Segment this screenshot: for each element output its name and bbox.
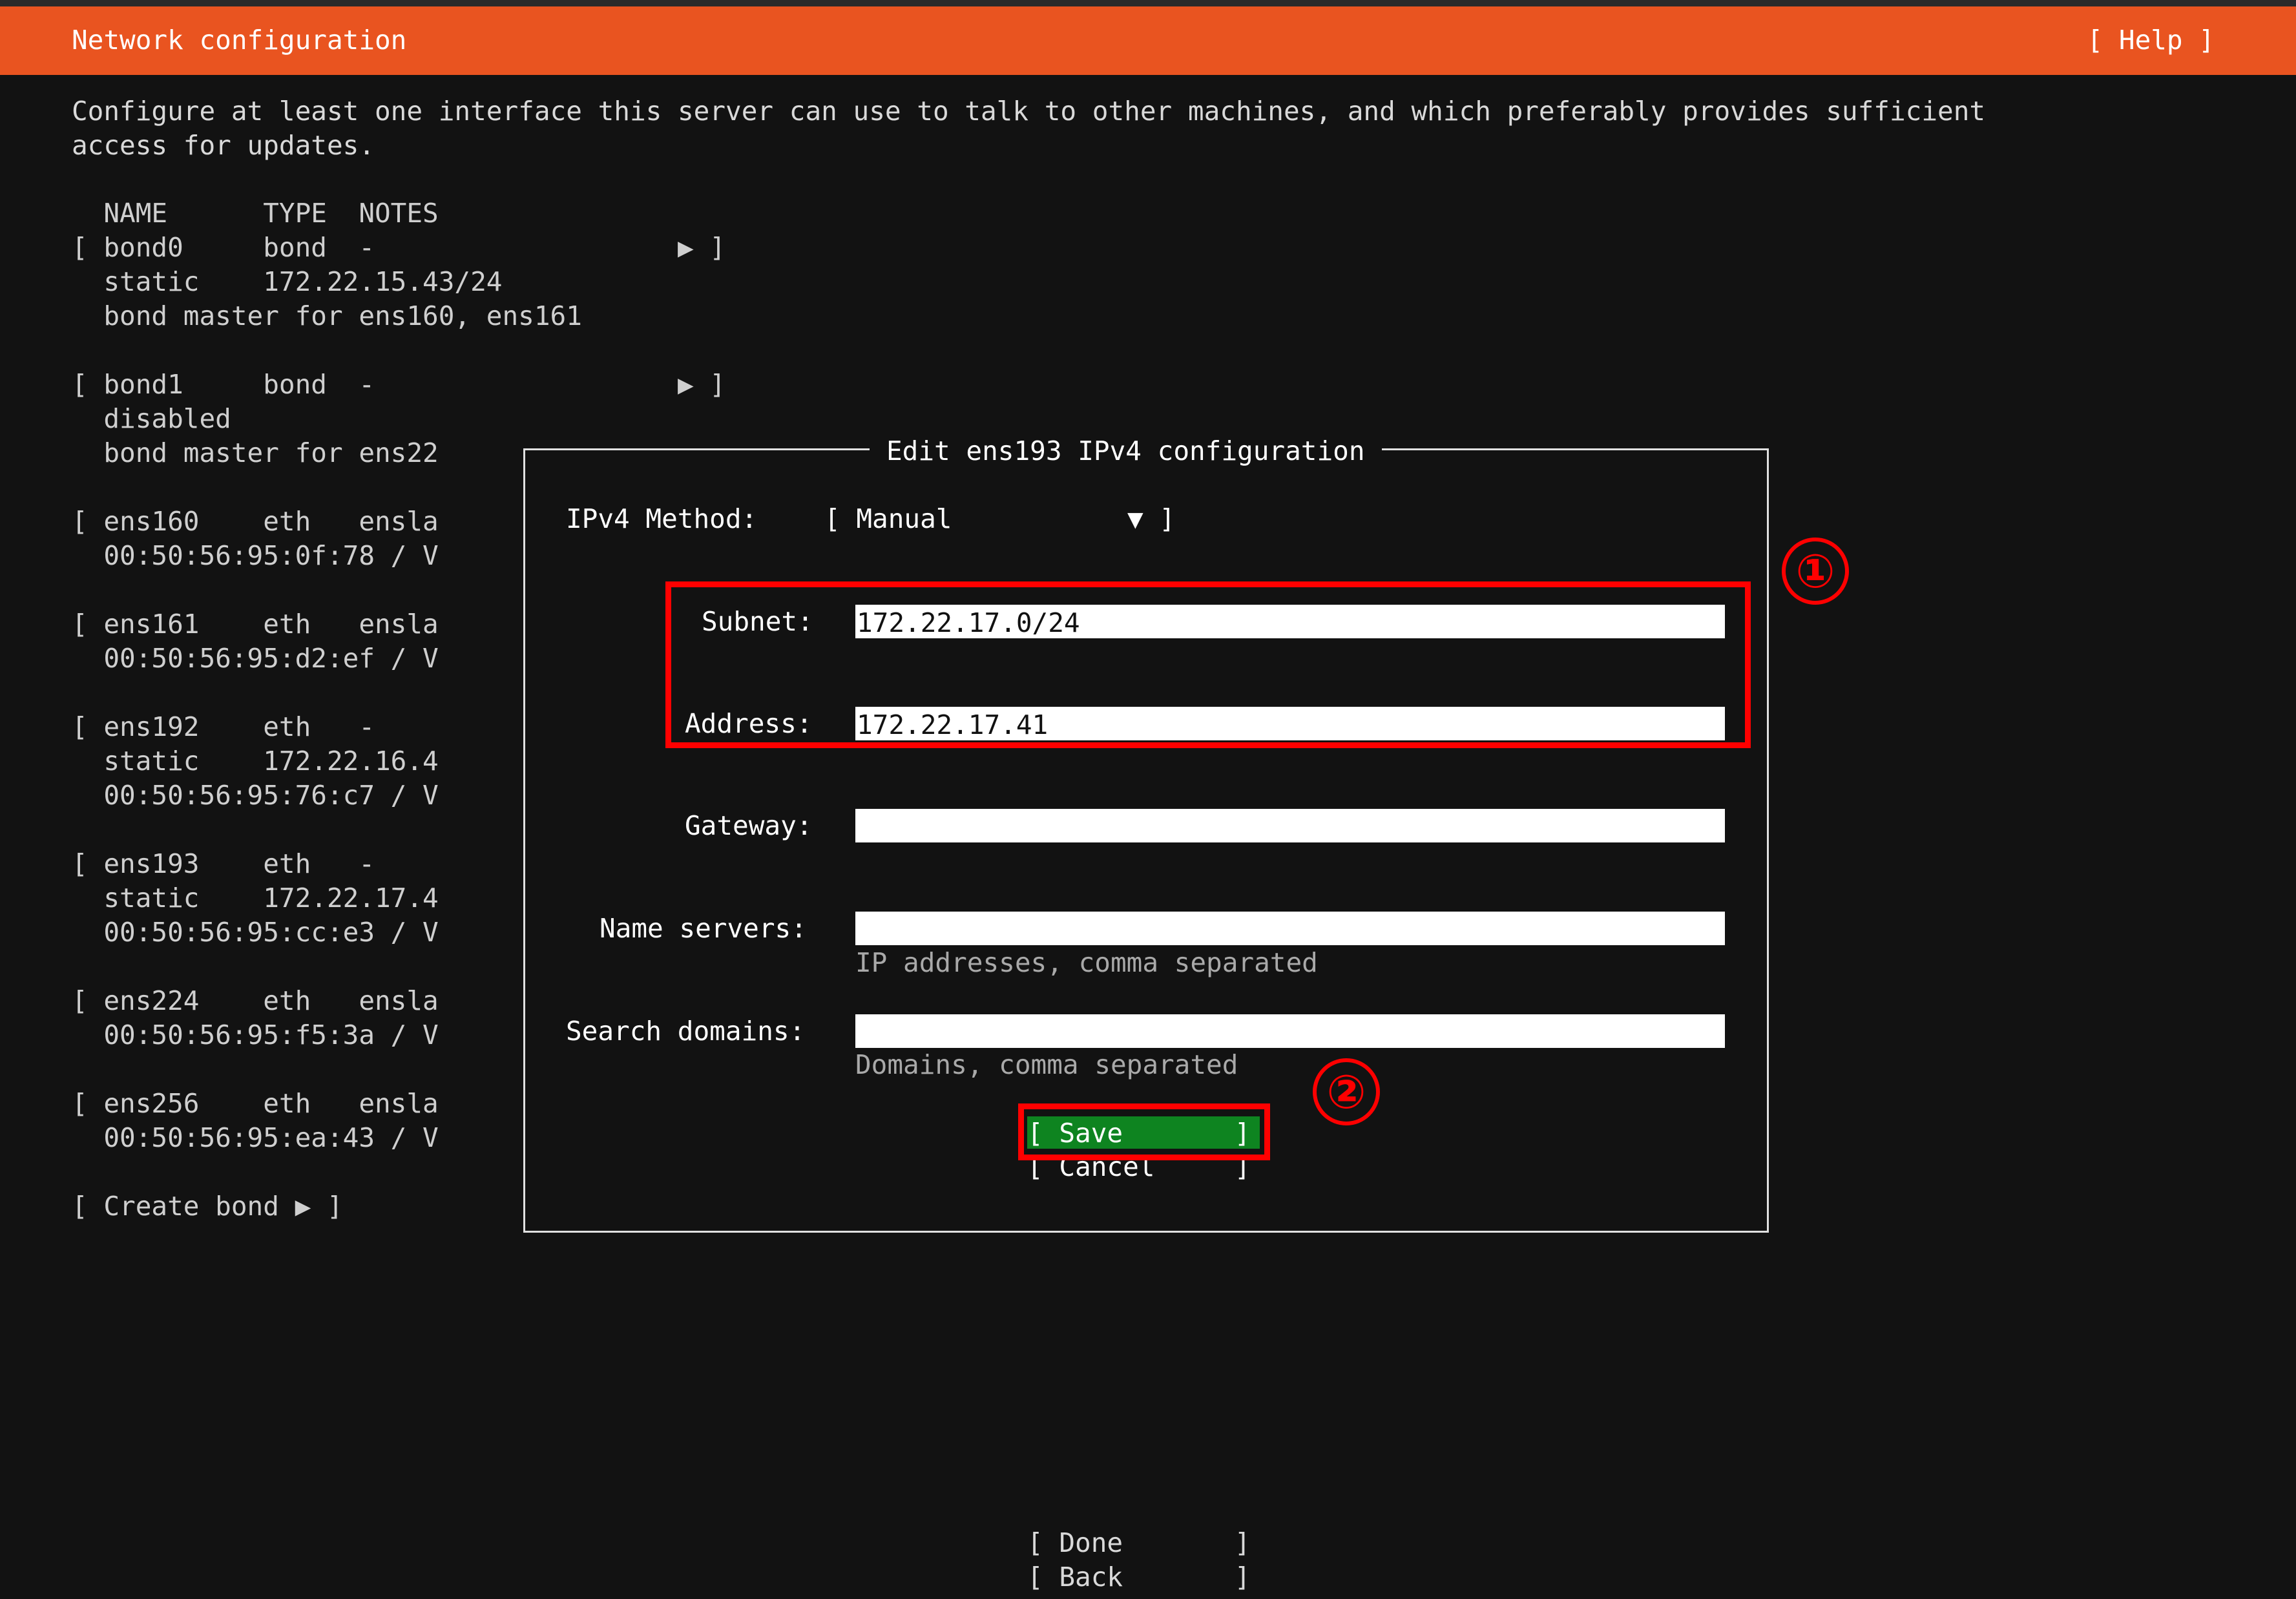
back-button[interactable]: [ Back ] (1027, 1560, 1251, 1594)
name-servers-hint: IP addresses, comma separated (855, 947, 1318, 978)
gateway-input[interactable] (855, 809, 1725, 842)
name-servers-input[interactable] (855, 912, 1725, 945)
interface-detail: 00:50:56:95:f5:3a / V (72, 1019, 439, 1050)
interface-row[interactable]: [ ens192 eth - (72, 710, 375, 744)
done-button[interactable]: [ Done ] (1027, 1526, 1251, 1560)
interface-row[interactable]: [ ens224 eth ensla (72, 984, 439, 1018)
search-domains-input[interactable] (855, 1014, 1725, 1048)
gateway-label: Gateway: (685, 810, 813, 841)
interface-row[interactable]: [ ens161 eth ensla (72, 607, 439, 642)
header-bar: Network configuration [ Help ] (0, 6, 2296, 75)
interface-row[interactable]: [ ens256 eth ensla (72, 1087, 439, 1121)
interface-detail: disabled (72, 403, 231, 434)
interface-detail: bond master for ens22 (72, 437, 439, 468)
interface-row[interactable]: [ ens193 eth - (72, 847, 375, 881)
table-header: NAME TYPE NOTES (72, 198, 439, 229)
interface-row[interactable]: [ bond0 bond - ▶ ] (72, 231, 725, 265)
search-domains-hint: Domains, comma separated (855, 1049, 1238, 1080)
annotation-marker-1: ① (1782, 538, 1849, 605)
page-title: Network configuration (72, 25, 407, 56)
search-domains-label: Search domains: (566, 1016, 806, 1047)
interface-row[interactable]: [ ens160 eth ensla (72, 505, 439, 539)
interface-detail: static 172.22.17.4 (72, 883, 439, 914)
interface-row[interactable]: [ bond1 bond - ▶ ] (72, 368, 725, 402)
highlight-box-save (1018, 1103, 1270, 1160)
top-border (0, 0, 2296, 6)
highlight-box-fields (665, 581, 1751, 748)
help-button[interactable]: [ Help ] (2087, 23, 2215, 57)
interface-detail: 00:50:56:95:d2:ef / V (72, 643, 439, 674)
annotation-marker-2: ② (1313, 1058, 1380, 1125)
dialog-title: Edit ens193 IPv4 configuration (870, 434, 1382, 468)
interface-detail: static 172.22.16.4 (72, 746, 439, 777)
interface-detail: static 172.22.15.43/24 (72, 266, 503, 297)
interface-detail: 00:50:56:95:ea:43 / V (72, 1122, 439, 1153)
interface-detail: bond master for ens160, ens161 (72, 300, 582, 331)
interface-row[interactable]: [ Create bond ▶ ] (72, 1189, 343, 1224)
ipv4-method-label: IPv4 Method: (566, 503, 758, 534)
name-servers-label: Name servers: (600, 913, 807, 944)
ipv4-method-select[interactable]: [ Manual ▼ ] (824, 502, 1175, 536)
interface-detail: 00:50:56:95:0f:78 / V (72, 540, 439, 571)
interface-detail: 00:50:56:95:76:c7 / V (72, 780, 439, 811)
intro-text: Configure at least one interface this se… (72, 96, 1986, 161)
interface-detail: 00:50:56:95:cc:e3 / V (72, 917, 439, 948)
